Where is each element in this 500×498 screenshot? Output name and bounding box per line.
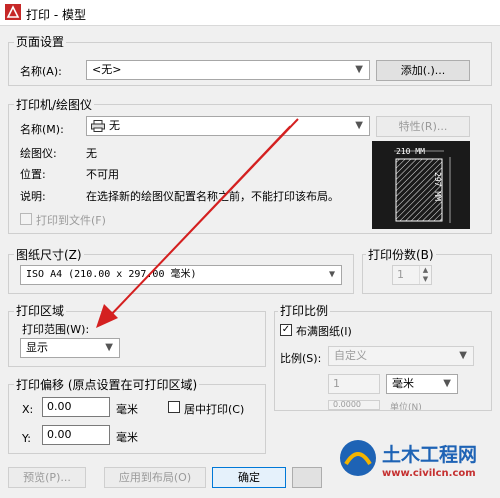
printer-name-value: 无 [109, 119, 120, 132]
center-plot-label: 居中打印(C) [184, 403, 245, 416]
scale-label: 比例(S): [280, 352, 322, 365]
copies-title: 打印份数(B) [366, 246, 436, 263]
watermark-url: www.civilcn.com [382, 468, 476, 479]
scale-combo[interactable]: 自定义 ▼ [328, 346, 474, 366]
plotter-value: 无 [86, 147, 97, 160]
offset-x-unit: 毫米 [116, 403, 138, 416]
apply-to-layout-button[interactable]: 应用到布局(O) [104, 467, 206, 488]
unit-b-label: 单位(N) [390, 403, 422, 410]
plot-range-combo[interactable]: 显示 ▼ [20, 338, 120, 358]
paper-size-combo[interactable]: ISO A4 (210.00 x 297.00 毫米) ▼ [20, 265, 342, 285]
offset-y-unit: 毫米 [116, 431, 138, 444]
title-bar: 打印 - 模型 [0, 0, 500, 26]
plot-scale-title: 打印比例 [278, 302, 331, 319]
copies-value: 1 [397, 268, 404, 281]
scale-a-input[interactable]: 1 [328, 374, 380, 394]
chevron-down-icon: ▼ [355, 64, 363, 75]
location-label: 位置: [20, 168, 46, 181]
page-setup-name-value: <无> [92, 63, 122, 76]
chevron-down-icon: ▼ [459, 350, 467, 361]
plotter-label: 绘图仪: [20, 147, 57, 160]
cancel-button[interactable] [292, 467, 322, 488]
preview-button[interactable]: 预览(P)... [8, 467, 86, 488]
spin-up-icon[interactable]: ▲ [419, 266, 431, 275]
plot-range-value: 显示 [26, 341, 48, 354]
preview-height-label: 297 MM [432, 172, 442, 201]
window-title: 打印 - 模型 [26, 8, 86, 22]
properties-button[interactable]: 特性(R)... [376, 116, 470, 137]
spin-down-icon[interactable]: ▼ [419, 275, 431, 284]
location-value: 不可用 [86, 168, 119, 181]
watermark-brand: 土木工程网 [382, 444, 478, 466]
offset-x-label: X: [22, 403, 34, 416]
chevron-down-icon: ▼ [355, 120, 363, 131]
page-setup-name-combo[interactable]: <无> ▼ [86, 60, 370, 80]
paper-size-value: ISO A4 (210.00 x 297.00 毫米) [26, 269, 197, 280]
page-setup-name-label: 名称(A): [20, 65, 62, 78]
scale-value: 自定义 [334, 349, 367, 362]
unit-value: 毫米 [392, 377, 414, 390]
chevron-down-icon: ▼ [443, 378, 451, 389]
fit-to-paper-checkbox[interactable]: ✓ [280, 324, 292, 336]
paper-size-title: 图纸尺寸(Z) [14, 246, 84, 263]
add-page-setup-button[interactable]: 添加(.)... [376, 60, 470, 81]
page-setup-title: 页面设置 [14, 33, 67, 50]
preview-width-label: 210 MM [396, 147, 425, 156]
chevron-down-icon: ▼ [105, 342, 113, 353]
offset-y-label: Y: [22, 432, 31, 445]
offset-y-input[interactable]: 0.00 [42, 425, 110, 445]
watermark: 土木工程网 www.civilcn.com [330, 430, 500, 498]
print-to-file-checkbox[interactable] [20, 213, 32, 225]
fit-to-paper-label: 布满图纸(I) [296, 325, 352, 338]
scale-b-input[interactable]: 0.0000 [328, 400, 380, 410]
printer-icon [91, 120, 105, 132]
print-to-file-label: 打印到文件(F) [36, 214, 106, 227]
unit-combo[interactable]: 毫米 ▼ [386, 374, 458, 394]
ok-button[interactable]: 确定 [212, 467, 286, 488]
description-label: 说明: [20, 190, 46, 203]
printer-title: 打印机/绘图仪 [14, 96, 95, 113]
copies-spinner[interactable]: 1 ▲ ▼ [392, 265, 432, 285]
autocad-app-icon [5, 4, 21, 20]
plot-area-title: 打印区域 [14, 302, 67, 319]
printer-name-combo[interactable]: 无 ▼ [86, 116, 370, 136]
description-value: 在选择新的绘图仪配置名称之前，不能打印该布局。 [86, 190, 339, 203]
civilcn-logo-icon [340, 440, 376, 476]
chevron-down-icon: ▼ [328, 269, 335, 280]
center-plot-checkbox[interactable] [168, 401, 180, 413]
offset-x-input[interactable]: 0.00 [42, 397, 110, 417]
plot-offset-title: 打印偏移 (原点设置在可打印区域) [14, 376, 200, 393]
plot-range-label: 打印范围(W): [22, 323, 90, 336]
printer-name-label: 名称(M): [20, 123, 64, 136]
